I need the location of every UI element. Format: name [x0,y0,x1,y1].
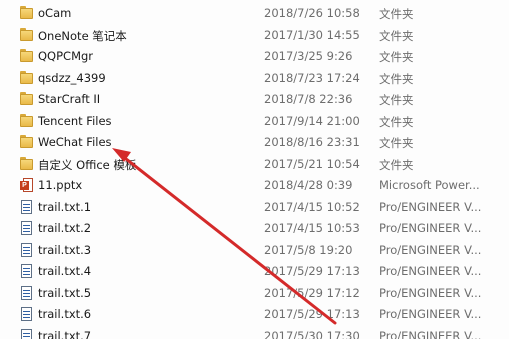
file-name: OneNote 笔记本 [38,28,127,43]
file-name: trail.txt.7 [38,328,92,339]
list-item[interactable]: trail.txt.6 2017/5/29 17:13 Pro/ENGINEER… [0,304,509,326]
file-type: 文件夹 [379,7,414,21]
text-document-icon [20,307,33,321]
list-item[interactable]: trail.txt.1 2017/4/15 10:52 Pro/ENGINEER… [0,197,509,219]
list-item[interactable]: trail.txt.3 2017/5/8 19:20 Pro/ENGINEER … [0,240,509,262]
file-type: 文件夹 [379,157,414,172]
folder-icon [20,113,33,128]
list-item[interactable]: trail.txt.2 2017/4/15 10:53 Pro/ENGINEER… [0,218,509,240]
file-date-modified: 2017/4/15 10:52 [264,199,360,214]
folder-icon [20,135,33,149]
list-item-wechat-files[interactable]: WeChat Files 2018/8/16 23:31 文件夹 [0,132,509,154]
file-name: qsdzz_4399 [38,70,106,85]
file-name: 11.pptx [38,178,83,192]
folder-icon [20,27,33,42]
list-item[interactable]: trail.txt.7 2017/5/30 17:30 Pro/ENGINEER… [0,326,509,339]
file-name: trail.txt.3 [38,242,92,257]
folder-icon [20,156,33,171]
file-date-modified: 2018/7/23 17:24 [264,70,360,85]
folder-icon [20,6,33,20]
list-item[interactable]: QQPCMgr 2017/3/25 9:26 文件夹 [0,46,509,68]
file-date-modified: 2017/9/14 21:00 [264,113,360,128]
file-name: StarCraft II [38,92,101,106]
text-document-icon [20,199,33,214]
file-date-modified: 2017/5/29 17:13 [264,307,360,321]
file-date-modified: 2017/5/29 17:12 [264,285,360,300]
file-date-modified: 2018/8/16 23:31 [264,135,360,149]
file-type: Pro/ENGINEER V... [379,221,482,235]
list-item[interactable]: 自定义 Office 模板 2017/5/21 10:54 文件夹 [0,154,509,176]
folder-icon [20,92,33,106]
file-date-modified: 2017/5/30 17:30 [264,328,360,339]
file-type: 文件夹 [379,93,414,107]
text-document-icon [20,328,33,339]
file-name: QQPCMgr [38,49,94,63]
file-name: trail.txt.4 [38,264,92,278]
folder-icon [20,49,33,63]
file-type: 文件夹 [379,136,414,150]
file-list: oCam 2018/7/26 10:58 文件夹 OneNote 笔记本 201… [0,3,509,339]
file-type: Pro/ENGINEER V... [379,307,482,321]
list-item[interactable]: qsdzz_4399 2018/7/23 17:24 文件夹 [0,68,509,90]
file-date-modified: 2017/5/21 10:54 [264,156,360,171]
file-type: 文件夹 [379,50,414,64]
file-date-modified: 2018/4/28 0:39 [264,178,353,192]
text-document-icon [20,285,33,300]
file-date-modified: 2017/1/30 14:55 [264,27,360,42]
folder-icon [20,70,33,85]
file-date-modified: 2017/5/29 17:13 [264,264,360,278]
file-name: trail.txt.6 [38,307,92,321]
file-date-modified: 2018/7/26 10:58 [264,6,360,20]
file-name: trail.txt.5 [38,285,92,300]
file-name: Tencent Files [38,113,112,128]
file-explorer-view: oCam 2018/7/26 10:58 文件夹 OneNote 笔记本 201… [0,0,509,339]
file-name: WeChat Files [38,135,112,149]
text-document-icon [20,242,33,257]
file-type: Pro/ENGINEER V... [379,285,482,300]
file-type: 文件夹 [379,71,414,86]
list-item[interactable]: Tencent Files 2017/9/14 21:00 文件夹 [0,111,509,133]
file-type: Pro/ENGINEER V... [379,242,482,257]
list-item[interactable]: trail.txt.4 2017/5/29 17:13 Pro/ENGINEER… [0,261,509,283]
file-date-modified: 2018/7/8 22:36 [264,92,353,106]
file-type: 文件夹 [379,28,414,43]
list-item[interactable]: P 11.pptx 2018/4/28 0:39 Microsoft Power… [0,175,509,197]
list-item[interactable]: oCam 2018/7/26 10:58 文件夹 [0,3,509,25]
file-type: Pro/ENGINEER V... [379,199,482,214]
file-type: 文件夹 [379,114,414,129]
text-document-icon [20,264,33,278]
file-name: oCam [38,6,72,20]
file-name: trail.txt.2 [38,221,92,235]
file-name: 自定义 Office 模板 [38,157,137,172]
powerpoint-icon: P [20,178,33,192]
file-name: trail.txt.1 [38,199,92,214]
file-type: Microsoft Power... [379,178,480,192]
file-date-modified: 2017/3/25 9:26 [264,49,353,63]
list-item[interactable]: trail.txt.5 2017/5/29 17:12 Pro/ENGINEER… [0,283,509,305]
text-document-icon [20,221,33,235]
list-item[interactable]: StarCraft II 2018/7/8 22:36 文件夹 [0,89,509,111]
file-date-modified: 2017/5/8 19:20 [264,242,353,257]
file-type: Pro/ENGINEER V... [379,264,482,278]
file-date-modified: 2017/4/15 10:53 [264,221,360,235]
list-item[interactable]: OneNote 笔记本 2017/1/30 14:55 文件夹 [0,25,509,47]
file-type: Pro/ENGINEER V... [379,328,482,339]
